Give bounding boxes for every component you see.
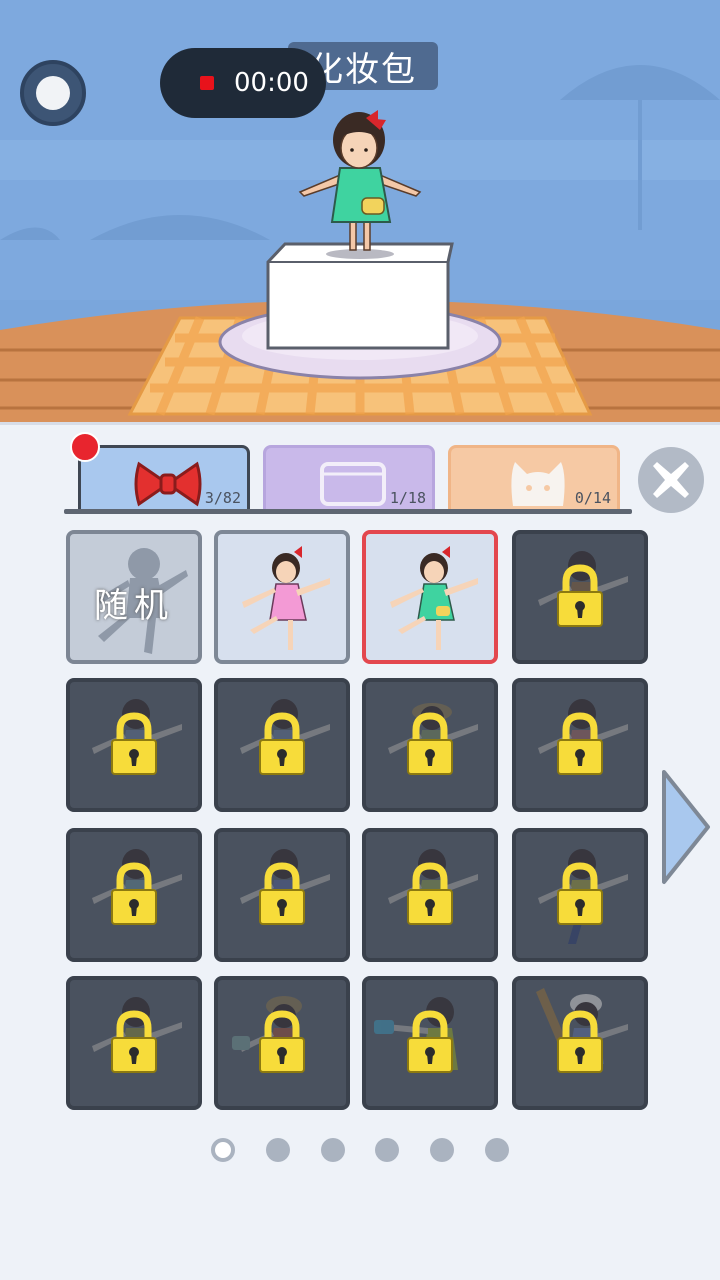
box-icon bbox=[320, 462, 386, 506]
lock-icon bbox=[388, 849, 478, 925]
grid-item-green-dress-selected[interactable] bbox=[362, 530, 498, 664]
grid-item-locked[interactable] bbox=[214, 828, 350, 962]
grid-item-locked[interactable] bbox=[512, 678, 648, 812]
record-button[interactable] bbox=[20, 60, 86, 126]
recording-indicator-icon bbox=[200, 76, 214, 90]
chevron-right-icon bbox=[662, 770, 710, 884]
lock-icon bbox=[374, 997, 458, 1073]
bow-icon bbox=[134, 461, 202, 507]
lock-icon bbox=[388, 703, 478, 775]
grid-item-locked[interactable] bbox=[362, 678, 498, 812]
girl-green-dress-icon bbox=[390, 546, 478, 650]
lock-icon bbox=[240, 849, 330, 925]
tab-boxes-count: 1/18 bbox=[389, 489, 426, 507]
tab-accessories[interactable]: 3/82 bbox=[78, 445, 250, 511]
lock-icon bbox=[538, 699, 628, 775]
grid-item-locked[interactable] bbox=[66, 678, 202, 812]
grid-item-locked[interactable] bbox=[512, 530, 648, 664]
grid-item-locked[interactable] bbox=[362, 976, 498, 1110]
page-dot-2[interactable] bbox=[266, 1138, 290, 1162]
random-label: 随机 bbox=[94, 586, 174, 626]
grid-item-locked[interactable] bbox=[214, 678, 350, 812]
tab-pets[interactable]: 0/14 bbox=[448, 445, 620, 511]
page-dot-5[interactable] bbox=[430, 1138, 454, 1162]
lock-icon bbox=[92, 997, 182, 1073]
tab-boxes[interactable]: 1/18 bbox=[263, 445, 435, 511]
recording-timer: 00:00 bbox=[160, 48, 326, 118]
close-icon bbox=[653, 462, 689, 498]
lock-icon bbox=[92, 699, 182, 775]
lock-icon bbox=[92, 849, 182, 925]
grid-item-pink-dress[interactable] bbox=[214, 530, 350, 664]
timer-text: 00:00 bbox=[234, 68, 309, 98]
grid-item-locked[interactable] bbox=[214, 976, 350, 1110]
close-button[interactable] bbox=[638, 447, 704, 513]
girl-pink-dress-icon bbox=[242, 546, 330, 650]
tab-underline bbox=[64, 509, 632, 514]
lock-icon bbox=[538, 551, 628, 627]
lock-icon bbox=[240, 699, 330, 775]
tab-pets-count: 0/14 bbox=[574, 489, 611, 507]
page-dot-3[interactable] bbox=[321, 1138, 345, 1162]
grid-item-locked[interactable] bbox=[66, 976, 202, 1110]
record-button-dot bbox=[36, 76, 70, 110]
grid-item-locked[interactable] bbox=[66, 828, 202, 962]
page-dot-6[interactable] bbox=[485, 1138, 509, 1162]
lock-icon bbox=[232, 996, 305, 1073]
lock-icon bbox=[538, 849, 628, 944]
cat-icon bbox=[511, 462, 565, 506]
lock-icon bbox=[536, 988, 628, 1073]
next-page-button[interactable] bbox=[660, 768, 712, 886]
page-dot-1[interactable] bbox=[211, 1138, 235, 1162]
grid-item-random[interactable]: 随机 bbox=[66, 530, 202, 664]
game-scene: 化妆包 00:00 bbox=[0, 0, 720, 425]
grid-item-locked[interactable] bbox=[512, 976, 648, 1110]
tab-accessories-count: 3/82 bbox=[204, 489, 241, 507]
grid-item-locked[interactable] bbox=[512, 828, 648, 962]
new-item-badge bbox=[70, 432, 100, 462]
page-dot-4[interactable] bbox=[375, 1138, 399, 1162]
grid-item-locked[interactable] bbox=[362, 828, 498, 962]
